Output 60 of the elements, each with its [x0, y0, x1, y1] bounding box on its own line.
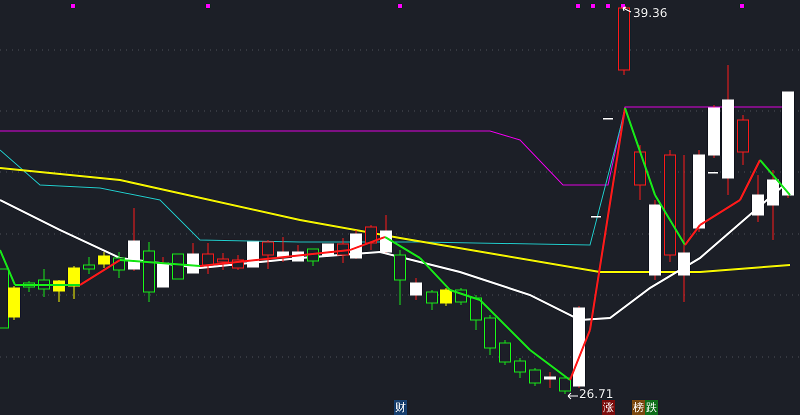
- candlestick: [23, 280, 35, 292]
- candlestick: [767, 170, 779, 240]
- candlestick: [618, 8, 630, 76]
- price-tick: [591, 216, 601, 218]
- event-marker: [398, 4, 402, 8]
- event-marker: [606, 4, 610, 8]
- candlestick: [38, 268, 50, 298]
- candlestick: [157, 256, 169, 288]
- candlestick: [752, 174, 764, 222]
- candlestick: [83, 256, 95, 274]
- candlestick: [708, 104, 720, 158]
- candlestick: [426, 290, 438, 310]
- candlestick: [484, 314, 496, 356]
- candlestick: [68, 266, 80, 300]
- candlestick: [217, 252, 229, 270]
- candlestick: [128, 208, 140, 272]
- event-marker: [576, 4, 580, 8]
- candlestick: [380, 214, 392, 254]
- candlestick: [737, 114, 749, 166]
- event-marker: [206, 4, 210, 8]
- candlestick: [559, 376, 571, 394]
- candlestick: [172, 254, 184, 280]
- candlestick: [307, 248, 319, 266]
- price-label: 26.71: [579, 387, 614, 401]
- arrow-icon: [622, 6, 632, 12]
- candlestick: [232, 254, 244, 270]
- price-tick: [708, 172, 718, 174]
- candlestick: [187, 242, 199, 274]
- candlestick: [113, 252, 125, 278]
- candlestick: [262, 240, 274, 270]
- candlestick: [202, 242, 214, 274]
- event-marker: [71, 4, 75, 8]
- price-label: 39.36: [633, 6, 668, 20]
- candlestick: [277, 236, 289, 262]
- candlestick: [634, 144, 646, 200]
- candlestick: [394, 250, 406, 306]
- price-tick: [603, 118, 613, 120]
- candlestick: [470, 294, 482, 330]
- indicator-badge[interactable]: 涨: [602, 400, 615, 415]
- indicator-badge[interactable]: 跌: [645, 400, 658, 415]
- event-marker: [621, 4, 625, 8]
- candlestick: [337, 238, 349, 264]
- candlestick: [365, 224, 377, 250]
- candlestick: [514, 358, 526, 378]
- candlestick: [247, 242, 259, 268]
- candlestick: [292, 244, 304, 262]
- candlestick: [410, 278, 422, 300]
- candlestick: [53, 280, 65, 302]
- arrow-icon: [568, 392, 578, 400]
- candlestick: [440, 288, 452, 306]
- candlestick: [544, 372, 556, 388]
- indicator-badge[interactable]: 财: [394, 400, 407, 415]
- candlestick: [499, 340, 511, 366]
- indicator-badge[interactable]: 榜: [632, 400, 645, 415]
- candlestick: [350, 230, 362, 260]
- candlestick: [529, 368, 541, 386]
- candlestick: [98, 252, 110, 268]
- event-marker: [591, 4, 595, 8]
- event-marker: [740, 4, 744, 8]
- candlestick: [143, 242, 155, 302]
